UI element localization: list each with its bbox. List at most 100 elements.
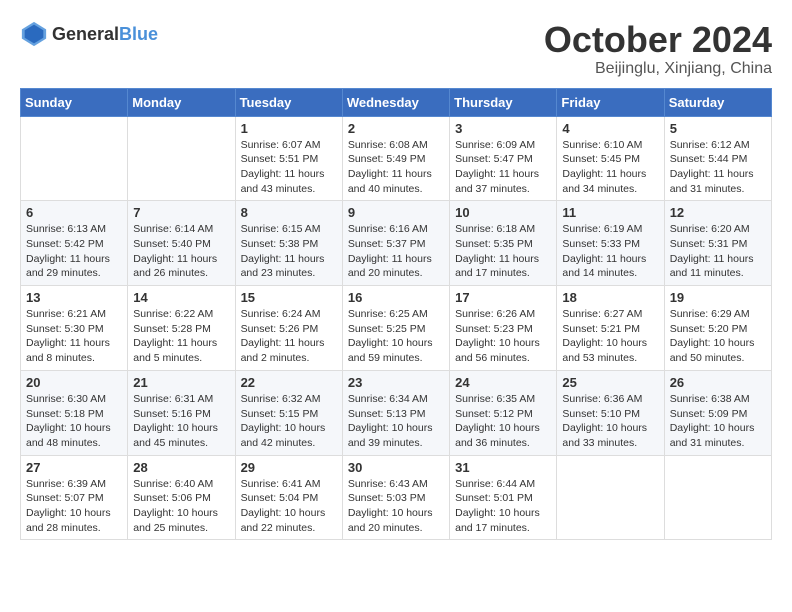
- weekday-header-tuesday: Tuesday: [235, 88, 342, 116]
- day-detail: Sunrise: 6:32 AMSunset: 5:15 PMDaylight:…: [241, 392, 337, 451]
- day-number: 15: [241, 290, 337, 305]
- day-detail: Sunrise: 6:43 AMSunset: 5:03 PMDaylight:…: [348, 477, 444, 536]
- day-detail: Sunrise: 6:26 AMSunset: 5:23 PMDaylight:…: [455, 307, 551, 366]
- day-detail: Sunrise: 6:36 AMSunset: 5:10 PMDaylight:…: [562, 392, 658, 451]
- day-number: 19: [670, 290, 766, 305]
- day-number: 8: [241, 205, 337, 220]
- calendar-week-row: 6 Sunrise: 6:13 AMSunset: 5:42 PMDaylight…: [21, 201, 772, 286]
- day-number: 20: [26, 375, 122, 390]
- calendar-cell: 25Sunrise: 6:36 AMSunset: 5:10 PMDayligh…: [557, 370, 664, 455]
- day-number: 30: [348, 460, 444, 475]
- title-area: October 2024 Beijinglu, Xinjiang, China: [544, 20, 772, 78]
- calendar-cell: 26 Sunrise: 6:38 AMSunset: 5:09 PMDayligh…: [664, 370, 771, 455]
- month-title: October 2024: [544, 20, 772, 60]
- weekday-header-saturday: Saturday: [664, 88, 771, 116]
- calendar-cell: 11 Sunrise: 6:19 AMSunset: 5:33 PMDayligh…: [557, 201, 664, 286]
- calendar-cell: 22 Sunrise: 6:32 AMSunset: 5:15 PMDayligh…: [235, 370, 342, 455]
- calendar-week-row: 13 Sunrise: 6:21 AMSunset: 5:30 PMDayligh…: [21, 286, 772, 371]
- calendar-cell: 21Sunrise: 6:31 AMSunset: 5:16 PMDayligh…: [128, 370, 235, 455]
- day-detail: Sunrise: 6:19 AMSunset: 5:33 PMDaylight:…: [562, 222, 658, 281]
- day-number: 31: [455, 460, 551, 475]
- calendar-cell: 13 Sunrise: 6:21 AMSunset: 5:30 PMDayligh…: [21, 286, 128, 371]
- day-number: 26: [670, 375, 766, 390]
- day-number: 27: [26, 460, 122, 475]
- day-number: 17: [455, 290, 551, 305]
- calendar-header-row: SundayMondayTuesdayWednesdayThursdayFrid…: [21, 88, 772, 116]
- day-number: 22: [241, 375, 337, 390]
- day-detail: Sunrise: 6:34 AMSunset: 5:13 PMDaylight:…: [348, 392, 444, 451]
- day-detail: Sunrise: 6:09 AMSunset: 5:47 PMDaylight:…: [455, 138, 551, 197]
- day-number: 24: [455, 375, 551, 390]
- day-detail: Sunrise: 6:38 AMSunset: 5:09 PMDaylight:…: [670, 392, 766, 451]
- day-detail: Sunrise: 6:10 AMSunset: 5:45 PMDaylight:…: [562, 138, 658, 197]
- calendar-cell: 24Sunrise: 6:35 AMSunset: 5:12 PMDayligh…: [450, 370, 557, 455]
- weekday-header-thursday: Thursday: [450, 88, 557, 116]
- weekday-header-monday: Monday: [128, 88, 235, 116]
- calendar-cell: 16 Sunrise: 6:25 AMSunset: 5:25 PMDayligh…: [342, 286, 449, 371]
- day-number: 16: [348, 290, 444, 305]
- calendar-cell: 17 Sunrise: 6:26 AMSunset: 5:23 PMDayligh…: [450, 286, 557, 371]
- day-detail: Sunrise: 6:07 AMSunset: 5:51 PMDaylight:…: [241, 138, 337, 197]
- calendar-cell: 1 Sunrise: 6:07 AMSunset: 5:51 PMDaylight…: [235, 116, 342, 201]
- day-number: 23: [348, 375, 444, 390]
- day-number: 18: [562, 290, 658, 305]
- calendar-table: SundayMondayTuesdayWednesdayThursdayFrid…: [20, 88, 772, 541]
- day-number: 10: [455, 205, 551, 220]
- day-detail: Sunrise: 6:15 AMSunset: 5:38 PMDaylight:…: [241, 222, 337, 281]
- day-number: 4: [562, 121, 658, 136]
- logo-blue: Blue: [119, 24, 158, 44]
- calendar-week-row: 20 Sunrise: 6:30 AMSunset: 5:18 PMDayligh…: [21, 370, 772, 455]
- calendar-cell: [128, 116, 235, 201]
- day-detail: Sunrise: 6:21 AMSunset: 5:30 PMDaylight:…: [26, 307, 122, 366]
- day-number: 9: [348, 205, 444, 220]
- calendar-cell: 6 Sunrise: 6:13 AMSunset: 5:42 PMDaylight…: [21, 201, 128, 286]
- calendar-cell: 2 Sunrise: 6:08 AMSunset: 5:49 PMDaylight…: [342, 116, 449, 201]
- day-detail: Sunrise: 6:12 AMSunset: 5:44 PMDaylight:…: [670, 138, 766, 197]
- calendar-week-row: 27 Sunrise: 6:39 AMSunset: 5:07 PMDayligh…: [21, 455, 772, 540]
- calendar-week-row: 1 Sunrise: 6:07 AMSunset: 5:51 PMDaylight…: [21, 116, 772, 201]
- calendar-cell: 7Sunrise: 6:14 AMSunset: 5:40 PMDaylight…: [128, 201, 235, 286]
- day-detail: Sunrise: 6:41 AMSunset: 5:04 PMDaylight:…: [241, 477, 337, 536]
- day-detail: Sunrise: 6:18 AMSunset: 5:35 PMDaylight:…: [455, 222, 551, 281]
- weekday-header-wednesday: Wednesday: [342, 88, 449, 116]
- calendar-cell: 20 Sunrise: 6:30 AMSunset: 5:18 PMDayligh…: [21, 370, 128, 455]
- location: Beijinglu, Xinjiang, China: [544, 60, 772, 78]
- day-number: 29: [241, 460, 337, 475]
- day-detail: Sunrise: 6:27 AMSunset: 5:21 PMDaylight:…: [562, 307, 658, 366]
- calendar-cell: 8 Sunrise: 6:15 AMSunset: 5:38 PMDaylight…: [235, 201, 342, 286]
- day-detail: Sunrise: 6:24 AMSunset: 5:26 PMDaylight:…: [241, 307, 337, 366]
- day-detail: Sunrise: 6:22 AMSunset: 5:28 PMDaylight:…: [133, 307, 229, 366]
- calendar-cell: 29 Sunrise: 6:41 AMSunset: 5:04 PMDayligh…: [235, 455, 342, 540]
- day-number: 11: [562, 205, 658, 220]
- calendar-cell: 19 Sunrise: 6:29 AMSunset: 5:20 PMDayligh…: [664, 286, 771, 371]
- calendar-cell: 3 Sunrise: 6:09 AMSunset: 5:47 PMDaylight…: [450, 116, 557, 201]
- day-number: 14: [133, 290, 229, 305]
- calendar-cell: 18 Sunrise: 6:27 AMSunset: 5:21 PMDayligh…: [557, 286, 664, 371]
- calendar-cell: [21, 116, 128, 201]
- day-detail: Sunrise: 6:25 AMSunset: 5:25 PMDaylight:…: [348, 307, 444, 366]
- day-detail: Sunrise: 6:30 AMSunset: 5:18 PMDaylight:…: [26, 392, 122, 451]
- calendar-cell: 27 Sunrise: 6:39 AMSunset: 5:07 PMDayligh…: [21, 455, 128, 540]
- calendar-cell: 28Sunrise: 6:40 AMSunset: 5:06 PMDayligh…: [128, 455, 235, 540]
- day-number: 6: [26, 205, 122, 220]
- day-detail: Sunrise: 6:31 AMSunset: 5:16 PMDaylight:…: [133, 392, 229, 451]
- calendar-cell: 12Sunrise: 6:20 AMSunset: 5:31 PMDayligh…: [664, 201, 771, 286]
- calendar-cell: 15 Sunrise: 6:24 AMSunset: 5:26 PMDayligh…: [235, 286, 342, 371]
- weekday-header-friday: Friday: [557, 88, 664, 116]
- page-header: GeneralBlue October 2024 Beijinglu, Xinj…: [20, 20, 772, 78]
- day-detail: Sunrise: 6:44 AMSunset: 5:01 PMDaylight:…: [455, 477, 551, 536]
- day-number: 13: [26, 290, 122, 305]
- day-number: 5: [670, 121, 766, 136]
- calendar-cell: 4 Sunrise: 6:10 AMSunset: 5:45 PMDaylight…: [557, 116, 664, 201]
- day-number: 2: [348, 121, 444, 136]
- day-detail: Sunrise: 6:39 AMSunset: 5:07 PMDaylight:…: [26, 477, 122, 536]
- calendar-cell: 14 Sunrise: 6:22 AMSunset: 5:28 PMDayligh…: [128, 286, 235, 371]
- day-number: 1: [241, 121, 337, 136]
- logo: GeneralBlue: [20, 20, 158, 48]
- day-detail: Sunrise: 6:29 AMSunset: 5:20 PMDaylight:…: [670, 307, 766, 366]
- day-detail: Sunrise: 6:13 AMSunset: 5:42 PMDaylight:…: [26, 222, 122, 281]
- day-number: 3: [455, 121, 551, 136]
- calendar-cell: 30 Sunrise: 6:43 AMSunset: 5:03 PMDayligh…: [342, 455, 449, 540]
- day-detail: Sunrise: 6:40 AMSunset: 5:06 PMDaylight:…: [133, 477, 229, 536]
- day-detail: Sunrise: 6:08 AMSunset: 5:49 PMDaylight:…: [348, 138, 444, 197]
